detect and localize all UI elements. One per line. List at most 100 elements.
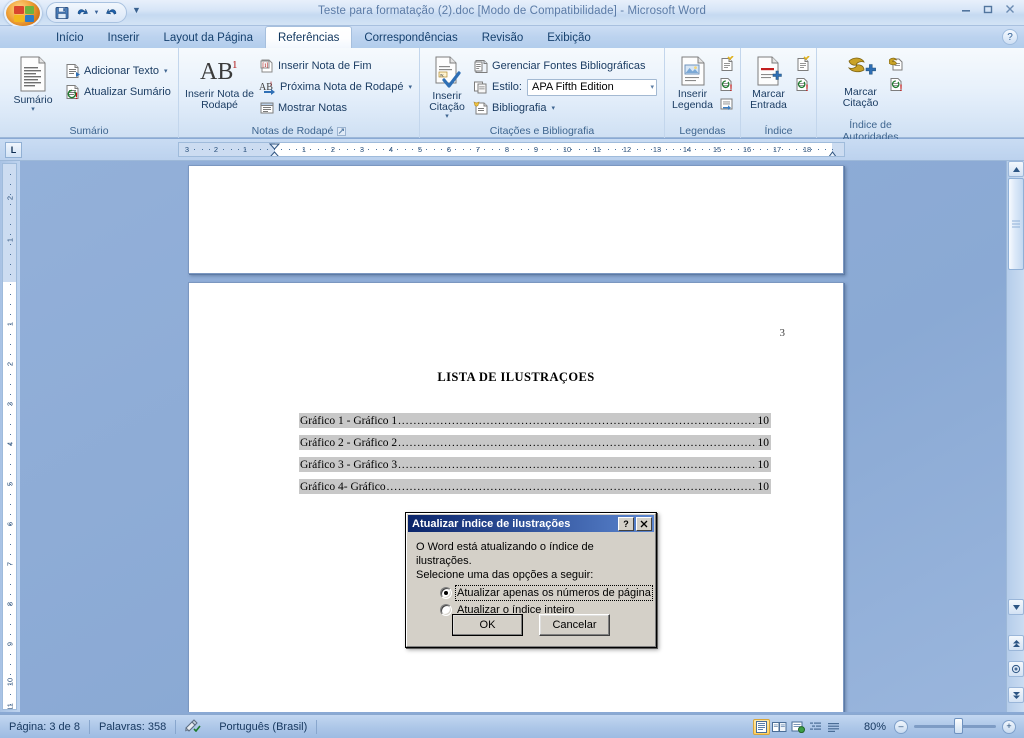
close-button[interactable] bbox=[1000, 1, 1020, 17]
zoom-level-label[interactable]: 80% bbox=[852, 721, 886, 733]
tab-layout-da-pagina[interactable]: Layout da Página bbox=[151, 28, 265, 48]
adicionar-texto-caret-icon[interactable]: ▾ bbox=[164, 67, 168, 75]
inserir-nota-de-fim-button[interactable]: [i] Inserir Nota de Fim bbox=[256, 56, 415, 76]
next-page-button[interactable] bbox=[1008, 687, 1024, 703]
right-indent-marker[interactable] bbox=[827, 150, 838, 156]
inserir-indice-icon[interactable] bbox=[794, 55, 812, 73]
inserir-indice-de-ilustracoes-icon[interactable] bbox=[718, 55, 736, 73]
marcar-entrada-button[interactable]: Marcar Entrada bbox=[746, 53, 792, 111]
dialog-help-button[interactable]: ? bbox=[618, 516, 634, 531]
tab-referencias[interactable]: Referências bbox=[264, 26, 353, 48]
scrollbar-thumb[interactable] bbox=[1008, 178, 1024, 270]
ruler-minor-tick bbox=[636, 149, 638, 150]
ruler-minor-tick bbox=[810, 149, 812, 150]
status-proofing[interactable] bbox=[176, 718, 210, 736]
toc-entry-row[interactable]: Gráfico 3 - Gráfico 3 ..................… bbox=[299, 457, 771, 472]
first-line-indent-marker[interactable] bbox=[268, 143, 281, 156]
toc-entry-row[interactable]: Gráfico 4- Gráfico .....................… bbox=[299, 479, 771, 494]
ruler-minor-tick bbox=[353, 149, 355, 150]
web-layout-view-button[interactable] bbox=[789, 719, 806, 735]
dialog-title: Atualizar índice de ilustrações bbox=[412, 517, 571, 530]
status-page-info[interactable]: Página: 3 de 8 bbox=[0, 718, 89, 736]
estilo-combobox[interactable]: APA Fifth Edition ▾ bbox=[527, 78, 657, 96]
ruler-minor-tick bbox=[10, 194, 11, 195]
tab-revisao[interactable]: Revisão bbox=[470, 28, 536, 48]
zoom-in-button[interactable]: + bbox=[1002, 719, 1016, 734]
ruler-minor-tick bbox=[781, 149, 783, 150]
print-layout-view-button[interactable] bbox=[753, 718, 770, 735]
inserir-nota-de-rodape-button[interactable]: AB 1 Inserir Nota de Rodapé bbox=[183, 53, 256, 111]
radio-option-page-numbers[interactable]: Atualizar apenas os números de página bbox=[416, 585, 653, 601]
table-of-figures[interactable]: Gráfico 1 - Gráfico 1 ..................… bbox=[299, 413, 771, 501]
horizontal-ruler-track[interactable]: 3 2 1 1 2 3 4 5 6 7 8 9 10 11 12 13 14 1… bbox=[178, 142, 845, 157]
tab-inserir[interactable]: Inserir bbox=[96, 28, 152, 48]
bibliografia-caret-icon[interactable]: ▾ bbox=[551, 104, 555, 112]
zoom-out-button[interactable]: – bbox=[894, 719, 908, 734]
ruler-minor-tick bbox=[10, 364, 11, 365]
select-browse-object-button[interactable] bbox=[1008, 661, 1024, 677]
dialog-cancel-button[interactable]: Cancelar bbox=[539, 614, 610, 636]
window-controls bbox=[956, 1, 1020, 17]
previous-page-button[interactable] bbox=[1008, 635, 1024, 651]
vertical-ruler[interactable]: 2 1 1 2 3 4 5 6 7 8 9 10 11 bbox=[0, 161, 20, 712]
full-screen-reading-view-button[interactable] bbox=[771, 719, 788, 735]
svg-text:w.: w. bbox=[440, 72, 444, 77]
restore-button[interactable] bbox=[978, 1, 998, 17]
tab-inicio[interactable]: Início bbox=[44, 28, 96, 48]
draft-view-button[interactable] bbox=[825, 719, 842, 735]
scroll-up-button[interactable] bbox=[1008, 161, 1024, 177]
sumario-button[interactable]: Sumário ▾ bbox=[4, 53, 62, 113]
tab-stop-selector[interactable]: L bbox=[5, 142, 22, 158]
vertical-ruler-track[interactable]: 2 1 1 2 3 4 5 6 7 8 9 10 11 bbox=[2, 163, 17, 710]
atualizar-indice-de-ilustracoes-icon[interactable]: ! bbox=[718, 75, 736, 93]
minimize-button[interactable] bbox=[956, 1, 976, 17]
ruler-minor-tick bbox=[687, 149, 689, 150]
referencia-cruzada-icon[interactable] bbox=[718, 95, 736, 113]
gerenciar-fontes-bibliograficas-button[interactable]: Gerenciar Fontes Bibliográficas bbox=[470, 56, 660, 76]
spellcheck-icon[interactable] bbox=[185, 718, 201, 735]
tab-correspondencias[interactable]: Correspondências bbox=[352, 28, 469, 48]
status-language[interactable]: Português (Brasil) bbox=[210, 718, 316, 736]
bibliografia-button[interactable]: Bibliografia ▾ bbox=[470, 98, 660, 118]
sumario-caret-icon[interactable]: ▾ bbox=[31, 106, 35, 113]
ruler-minor-tick bbox=[498, 149, 500, 150]
ruler-minor-tick bbox=[10, 444, 11, 445]
dialog-launcher-icon[interactable] bbox=[337, 126, 347, 136]
zoom-track[interactable] bbox=[914, 718, 996, 734]
inserir-citacao-caret-icon[interactable]: ▾ bbox=[445, 113, 449, 120]
toc-entry-row[interactable]: Gráfico 2 - Gráfico 2 ..................… bbox=[299, 435, 771, 450]
inserir-legenda-button[interactable]: Inserir Legenda bbox=[669, 53, 716, 111]
radio-page-numbers-icon[interactable] bbox=[440, 587, 452, 599]
dialog-ok-button[interactable]: OK bbox=[452, 614, 523, 636]
tab-exibicao[interactable]: Exibição bbox=[535, 28, 602, 48]
dialog-message-line-1: O Word está atualizando o índice de ilus… bbox=[416, 541, 594, 567]
radio-page-numbers-label: Atualizar apenas os números de página bbox=[455, 585, 653, 601]
update-table-of-figures-dialog[interactable]: Atualizar índice de ilustrações ? O Word… bbox=[405, 512, 657, 648]
estilo-caret-icon[interactable]: ▾ bbox=[647, 83, 654, 91]
zoom-thumb[interactable] bbox=[954, 718, 963, 734]
atualizar-indice-de-autoridades-icon[interactable]: ! bbox=[888, 75, 906, 93]
status-word-count[interactable]: Palavras: 358 bbox=[90, 718, 175, 736]
dialog-close-button[interactable] bbox=[636, 516, 652, 531]
style-icon bbox=[473, 79, 489, 95]
scroll-down-button[interactable] bbox=[1008, 599, 1024, 615]
proxima-nota-caret-icon[interactable]: ▾ bbox=[408, 83, 412, 91]
mostrar-notas-button[interactable]: Mostrar Notas bbox=[256, 98, 415, 118]
toc-entry-row[interactable]: Gráfico 1 - Gráfico 1 ..................… bbox=[299, 413, 771, 428]
adicionar-texto-button[interactable]: Adicionar Texto ▾ bbox=[62, 61, 174, 81]
inserir-citacao-button[interactable]: w. Inserir Citação ▾ bbox=[424, 53, 470, 120]
zoom-slider[interactable]: – + bbox=[894, 718, 1016, 734]
atualizar-indice-icon[interactable]: ! bbox=[794, 75, 812, 93]
atualizar-sumario-button[interactable]: ! Atualizar Sumário bbox=[62, 82, 174, 102]
view-buttons bbox=[749, 718, 846, 735]
ruler-minor-tick bbox=[817, 149, 819, 150]
inserir-indice-de-autoridades-icon[interactable] bbox=[888, 55, 906, 73]
proxima-nota-de-rodape-button[interactable]: AB 1 Próxima Nota de Rodapé ▾ bbox=[256, 77, 415, 97]
ruler-minor-tick bbox=[10, 324, 11, 325]
horizontal-ruler[interactable]: L 3 2 1 1 2 3 4 5 6 7 8 9 10 11 12 13 bbox=[0, 139, 1024, 161]
marcar-citacao-button[interactable]: Marcar Citação bbox=[836, 53, 886, 109]
help-icon[interactable]: ? bbox=[1002, 29, 1018, 45]
outline-view-button[interactable] bbox=[807, 719, 824, 735]
ruler-minor-tick bbox=[738, 149, 739, 150]
vertical-scrollbar[interactable] bbox=[1006, 161, 1024, 712]
